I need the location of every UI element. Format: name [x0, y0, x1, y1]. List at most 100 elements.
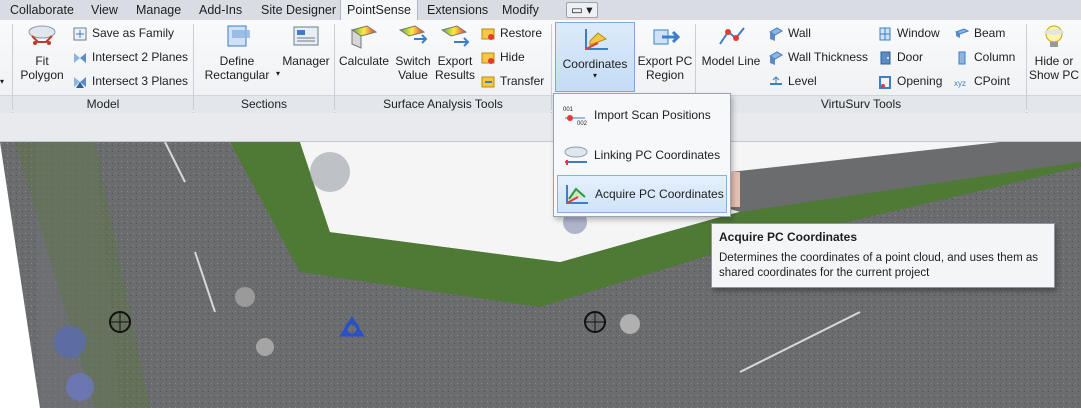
- hide-icon: [481, 52, 495, 64]
- restore-label: Restore: [500, 26, 543, 40]
- fit-polygon-button[interactable]: Fit Polygon: [16, 22, 68, 82]
- hide-show-pc-button[interactable]: Hide or Show PC: [1028, 22, 1080, 82]
- wall-thickness-icon: [769, 51, 783, 65]
- tab-pointsense[interactable]: PointSense: [340, 0, 418, 20]
- model-line-icon: [719, 27, 745, 45]
- switch-value-icon: [398, 25, 428, 44]
- group-label-model: Model: [13, 95, 193, 113]
- model-line-label: Model Line: [701, 54, 761, 68]
- surface-calculate-icon: [350, 25, 378, 49]
- beam-icon: [954, 28, 970, 38]
- intersect-planes-icon: [74, 52, 86, 63]
- intersect-3-planes-button[interactable]: Intersect 3 Planes: [72, 71, 188, 91]
- column-button[interactable]: Column: [954, 47, 1015, 67]
- tooltip-description: Determines the coordinates of a point cl…: [719, 252, 1038, 279]
- wall-label: Wall: [788, 26, 811, 40]
- save-as-family-label: Save as Family: [92, 26, 175, 40]
- window-icon: [879, 27, 891, 41]
- group-label-virtusurv: VirtuSurv Tools: [696, 95, 1026, 113]
- svg-text:002: 002: [577, 121, 588, 126]
- export-pc-region-label: Export PC Region: [637, 54, 693, 82]
- window-button[interactable]: Window: [877, 23, 940, 43]
- panel-toggle-button[interactable]: ▭ ▾: [566, 2, 598, 18]
- level-label: Level: [788, 74, 817, 88]
- menu-item-label: Import Scan Positions: [594, 108, 711, 122]
- group-label-surface-analysis: Surface Analysis Tools: [335, 95, 551, 113]
- tab-view[interactable]: View: [85, 0, 124, 20]
- column-icon: [958, 51, 966, 65]
- beam-button[interactable]: Beam: [954, 23, 1005, 43]
- wall-thickness-button[interactable]: Wall Thickness: [768, 47, 868, 67]
- tooltip-title: Acquire PC Coordinates: [719, 230, 858, 244]
- menu-item-label: Linking PC Coordinates: [594, 148, 721, 162]
- opening-label: Opening: [897, 74, 943, 88]
- tab-collaborate[interactable]: Collaborate: [4, 0, 80, 20]
- export-results-button[interactable]: Export Results: [434, 22, 476, 82]
- door-label: Door: [897, 50, 924, 64]
- panel-toggle-icon: ▭ ▾: [571, 3, 593, 17]
- chevron-down-icon: ▾: [592, 71, 597, 80]
- ribbon-panel: ▾ Fit Polygon Save as Family Intersect 2…: [0, 20, 1081, 113]
- export-pc-region-icon: [653, 29, 681, 45]
- rectangular-section-icon: [227, 25, 250, 47]
- restore-button[interactable]: Restore: [480, 23, 542, 43]
- chevron-down-icon: ▾: [275, 69, 280, 78]
- group-label-sections: Sections: [194, 95, 334, 113]
- model-line-button[interactable]: Model Line: [699, 22, 763, 68]
- beam-label: Beam: [974, 26, 1006, 40]
- hide-show-pc-label: Hide or Show PC: [1028, 54, 1080, 82]
- lightbulb-icon: [1044, 25, 1064, 47]
- tab-add-ins[interactable]: Add-Ins: [193, 0, 248, 20]
- wall-icon: [769, 27, 783, 41]
- calculate-button[interactable]: Calculate: [338, 22, 390, 68]
- tab-site-designer[interactable]: Site Designer: [255, 0, 342, 20]
- menu-item-linking-pc-coordinates[interactable]: Linking PC Coordinates: [557, 137, 725, 173]
- define-rectangular-button[interactable]: Define Rectangular ▾: [200, 22, 280, 82]
- tab-modify[interactable]: Modify: [496, 0, 545, 20]
- door-icon: [880, 51, 891, 65]
- cropped-dropdown-arrow[interactable]: ▾: [0, 70, 10, 90]
- door-button[interactable]: Door: [877, 47, 923, 67]
- transfer-button[interactable]: Transfer: [480, 71, 544, 91]
- switch-value-button[interactable]: Switch Value: [392, 22, 434, 82]
- transfer-label: Transfer: [500, 74, 545, 88]
- opening-icon: [879, 75, 891, 89]
- coordinates-button[interactable]: Coordinates ▾: [555, 22, 635, 92]
- column-label: Column: [974, 50, 1016, 64]
- acquire-coordinates-icon: [566, 185, 588, 204]
- cpoint-label: CPoint: [974, 74, 1011, 88]
- opening-button[interactable]: Opening: [877, 71, 942, 91]
- manager-button[interactable]: Manager: [280, 22, 332, 68]
- chevron-down-icon: ▾: [0, 77, 5, 86]
- group-label-cropped: [0, 95, 12, 113]
- options-bar: [0, 113, 1081, 142]
- fit-polygon-label: Fit Polygon: [20, 54, 64, 82]
- family-icon: [73, 27, 87, 41]
- coordinates-icon: [585, 29, 608, 50]
- switch-value-label: Switch Value: [395, 54, 431, 82]
- svg-text:xyz: xyz: [954, 79, 966, 88]
- import-scan-positions-icon: 001 002: [563, 107, 588, 126]
- level-button[interactable]: Level: [768, 71, 817, 91]
- tab-manage[interactable]: Manage: [130, 0, 187, 20]
- intersect-2-planes-button[interactable]: Intersect 2 Planes: [72, 47, 188, 67]
- tooltip: Acquire PC Coordinates Determines the co…: [711, 223, 1055, 288]
- window-label: Window: [897, 26, 940, 40]
- restore-icon: [481, 28, 495, 40]
- menu-item-import-scan-positions[interactable]: 001 002 Import Scan Positions: [557, 97, 725, 133]
- calculate-label: Calculate: [338, 54, 390, 68]
- hide-button[interactable]: Hide: [480, 47, 525, 67]
- menu-item-acquire-pc-coordinates[interactable]: Acquire PC Coordinates: [557, 175, 727, 213]
- export-pc-region-button[interactable]: Export PC Region: [637, 22, 693, 82]
- save-as-family-button[interactable]: Save as Family: [72, 23, 174, 43]
- xyz-icon: xyz: [954, 79, 966, 88]
- group-label-pc: [1027, 95, 1081, 113]
- tab-extensions[interactable]: Extensions: [421, 0, 494, 20]
- linking-coordinates-icon: [564, 146, 588, 165]
- intersect-3-planes-label: Intersect 3 Planes: [92, 74, 189, 88]
- level-icon: [770, 76, 782, 85]
- cpoint-button[interactable]: xyz CPoint: [954, 71, 1010, 91]
- wall-button[interactable]: Wall: [768, 23, 811, 43]
- export-results-icon: [440, 25, 470, 47]
- manager-icon: [293, 26, 319, 46]
